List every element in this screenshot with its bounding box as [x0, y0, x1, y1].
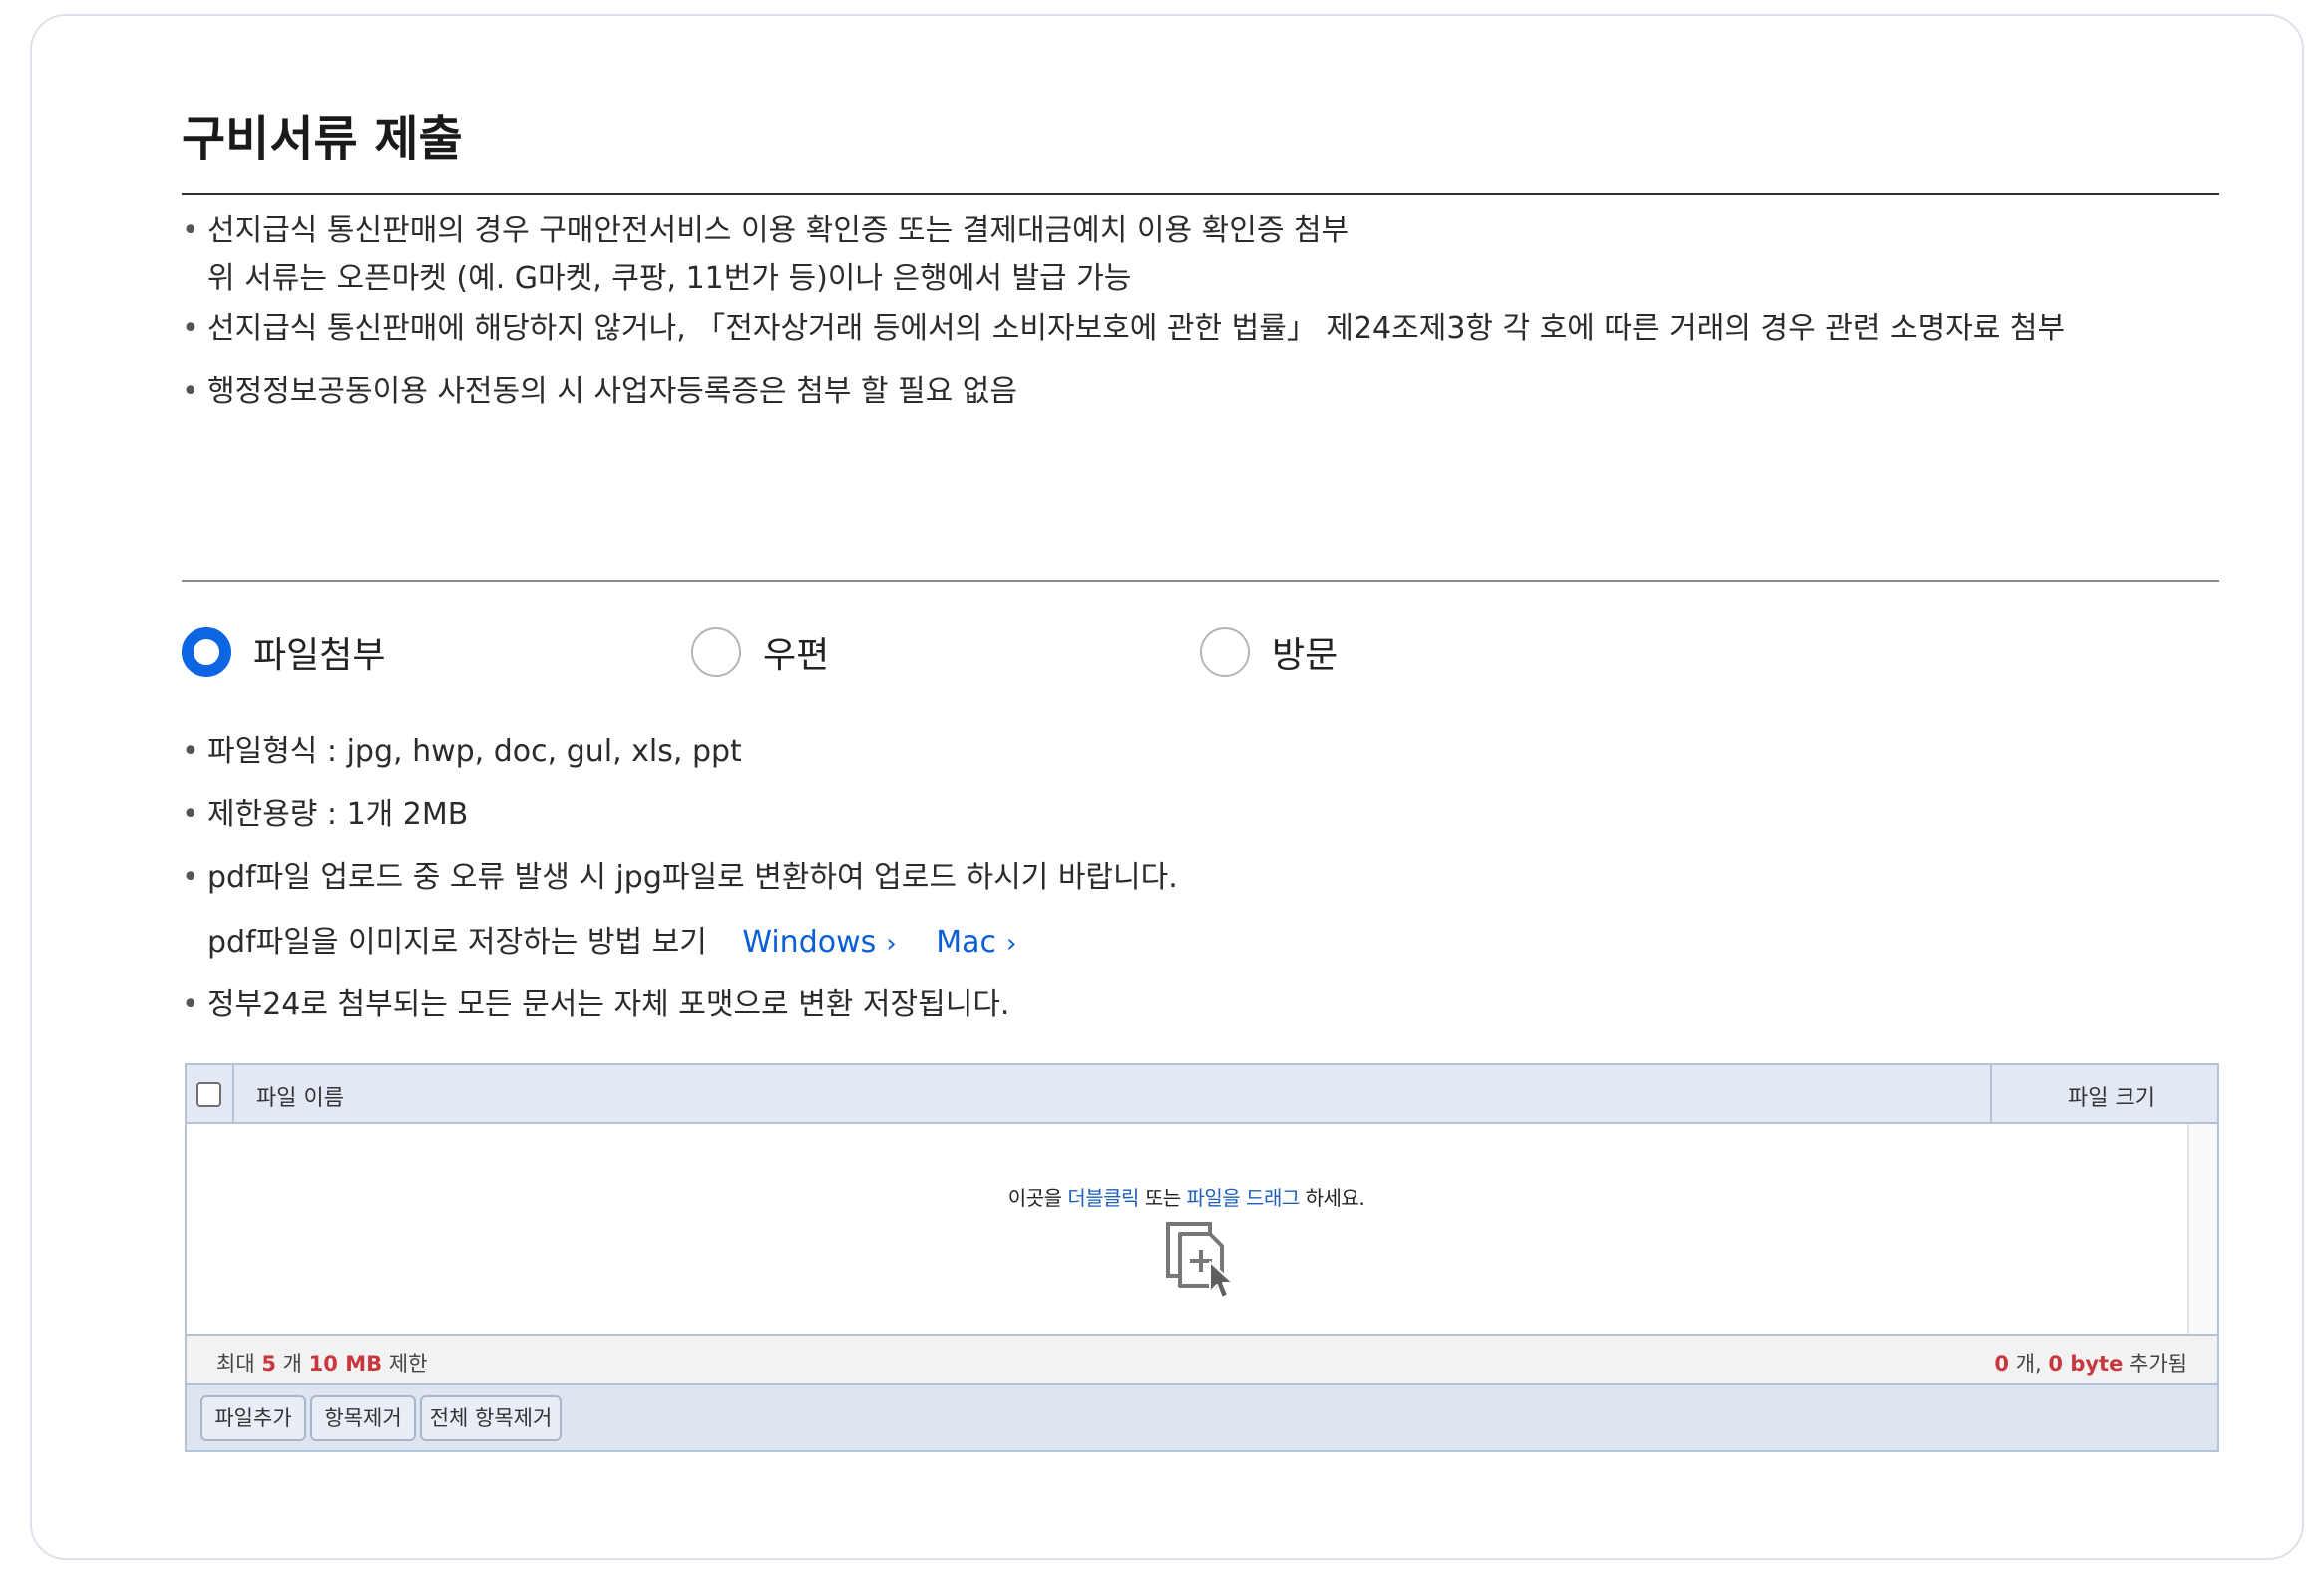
radio-unchecked-icon[interactable] — [691, 627, 741, 677]
uploader-button-bar: 파일추가 항목제거 전체 항목제거 — [187, 1385, 2217, 1450]
mac-guide-link[interactable]: Mac › — [936, 925, 1016, 960]
uploader-header: 파일 이름 파일 크기 — [187, 1065, 2217, 1124]
drop-text: 이곳을 — [1007, 1186, 1062, 1210]
format-conversion-text: 정부24로 첨부되는 모든 문서는 자체 포맷으로 변환 저장됩니다. — [207, 987, 1010, 1022]
bullet-dot: • — [182, 213, 199, 248]
drop-zone-scrollbar[interactable] — [2187, 1124, 2217, 1334]
status-text: 개 — [282, 1352, 302, 1376]
notice-text: 선지급식 통신판매에 해당하지 않거나, 「전자상거래 등에서의 소비자보호에 … — [207, 311, 2066, 346]
windows-link-label[interactable]: Windows — [742, 925, 876, 960]
title-divider — [182, 193, 2219, 195]
notice-subtext: 위 서류는 오픈마켓 (예. G마켓, 쿠팡, 11번가 등)이나 은행에서 발… — [207, 261, 1132, 296]
drop-zone-message: 이곳을 더블클릭 또는 파일을 드래그 하세요. — [187, 1182, 2186, 1211]
chevron-right-icon[interactable]: › — [886, 920, 896, 968]
notice-text: 선지급식 통신판매의 경우 구매안전서비스 이용 확인증 또는 결제대금예치 이… — [207, 213, 1350, 248]
file-format-text: 파일형식 : jpg, hwp, doc, gul, xls, ppt — [207, 734, 742, 769]
status-text: 추가됨 — [2130, 1352, 2187, 1376]
file-add-cursor-icon — [1166, 1222, 1234, 1299]
radio-file-attach[interactable]: 파일첨부 — [182, 624, 385, 680]
windows-guide-link[interactable]: Windows › — [742, 925, 896, 960]
added-file-size: 0 byte — [2048, 1352, 2124, 1376]
upload-limit-status: 최대 5 개 10 MB 제한 — [216, 1348, 427, 1377]
file-uploader: 파일 이름 파일 크기 이곳을 더블클릭 또는 파일을 드래그 하세요. 최대 … — [185, 1063, 2219, 1452]
add-file-button[interactable]: 파일추가 — [200, 1395, 306, 1441]
bullet-dot: • — [182, 734, 199, 769]
notice-item-prepaid: • 선지급식 통신판매의 경우 구매안전서비스 이용 확인증 또는 결제대금예치 … — [182, 207, 1349, 303]
pdf-notice-text: pdf파일 업로드 중 오류 발생 시 jpg파일로 변환하여 업로드 하시기 … — [207, 860, 1178, 895]
radio-unchecked-icon[interactable] — [1200, 627, 1250, 677]
notice-divider — [182, 580, 2219, 582]
pdf-guide: pdf파일을 이미지로 저장하는 방법 보기 Windows › Mac › — [182, 919, 1016, 968]
upload-added-status: 0 개, 0 byte 추가됨 — [1994, 1348, 2187, 1377]
header-file-name: 파일 이름 — [256, 1086, 344, 1111]
max-file-size: 10 MB — [308, 1352, 383, 1376]
bullet-dot: • — [182, 797, 199, 832]
radio-checked-icon[interactable] — [182, 627, 231, 677]
header-separator — [1990, 1065, 1992, 1122]
radio-label[interactable]: 방문 — [1272, 626, 1338, 678]
status-text: 최대 — [216, 1352, 255, 1376]
notice-item-non-prepaid: • 선지급식 통신판매에 해당하지 않거나, 「전자상거래 등에서의 소비자보호에… — [182, 305, 2065, 353]
pdf-guide-text: pdf파일을 이미지로 저장하는 방법 보기 — [207, 925, 707, 960]
remove-all-items-button[interactable]: 전체 항목제거 — [420, 1395, 562, 1441]
bullet-dot: • — [182, 311, 199, 346]
bullet-dot: • — [182, 987, 199, 1022]
chevron-right-icon[interactable]: › — [1006, 920, 1016, 968]
document-submission-card: 구비서류 제출 • 선지급식 통신판매의 경우 구매안전서비스 이용 확인증 또는… — [30, 14, 2304, 1560]
notice-item-consent: • 행정정보공동이용 사전동의 시 사업자등록증은 첨부 할 필요 없음 — [182, 368, 1017, 416]
pdf-notice: • pdf파일 업로드 중 오류 발생 시 jpg파일로 변환하여 업로드 하시기… — [182, 854, 1178, 902]
file-drop-zone[interactable]: 이곳을 더블클릭 또는 파일을 드래그 하세요. — [187, 1124, 2217, 1334]
page-title: 구비서류 제출 — [182, 111, 463, 167]
radio-visit[interactable]: 방문 — [1200, 624, 1338, 680]
uploader-status-bar: 최대 5 개 10 MB 제한 0 개, 0 byte 추가됨 — [187, 1334, 2217, 1385]
status-text: 개, — [2015, 1352, 2042, 1376]
select-all-checkbox[interactable] — [196, 1082, 221, 1107]
notice-text: 행정정보공동이용 사전동의 시 사업자등록증은 첨부 할 필요 없음 — [207, 374, 1017, 409]
file-limit-info: • 제한용량 : 1개 2MB — [182, 791, 468, 839]
radio-mail[interactable]: 우편 — [691, 624, 829, 680]
radio-label[interactable]: 우편 — [763, 626, 829, 678]
drop-text: 또는 — [1144, 1186, 1181, 1210]
status-text: 제한 — [388, 1352, 428, 1376]
radio-label[interactable]: 파일첨부 — [253, 626, 385, 678]
file-limit-text: 제한용량 : 1개 2MB — [207, 797, 469, 832]
drop-text-highlight: 파일을 드래그 — [1186, 1186, 1301, 1210]
added-file-count: 0 — [1994, 1352, 2010, 1376]
header-separator — [232, 1065, 234, 1122]
drop-text-highlight: 더블클릭 — [1067, 1186, 1139, 1210]
bullet-dot: • — [182, 374, 199, 409]
format-conversion-notice: • 정부24로 첨부되는 모든 문서는 자체 포맷으로 변환 저장됩니다. — [182, 982, 1009, 1029]
header-file-size: 파일 크기 — [2068, 1086, 2155, 1111]
remove-item-button[interactable]: 항목제거 — [310, 1395, 416, 1441]
max-file-count: 5 — [261, 1352, 276, 1376]
file-format-info: • 파일형식 : jpg, hwp, doc, gul, xls, ppt — [182, 728, 742, 776]
mac-link-label[interactable]: Mac — [936, 925, 996, 960]
bullet-dot: • — [182, 860, 199, 895]
drop-text: 하세요. — [1305, 1186, 1365, 1210]
